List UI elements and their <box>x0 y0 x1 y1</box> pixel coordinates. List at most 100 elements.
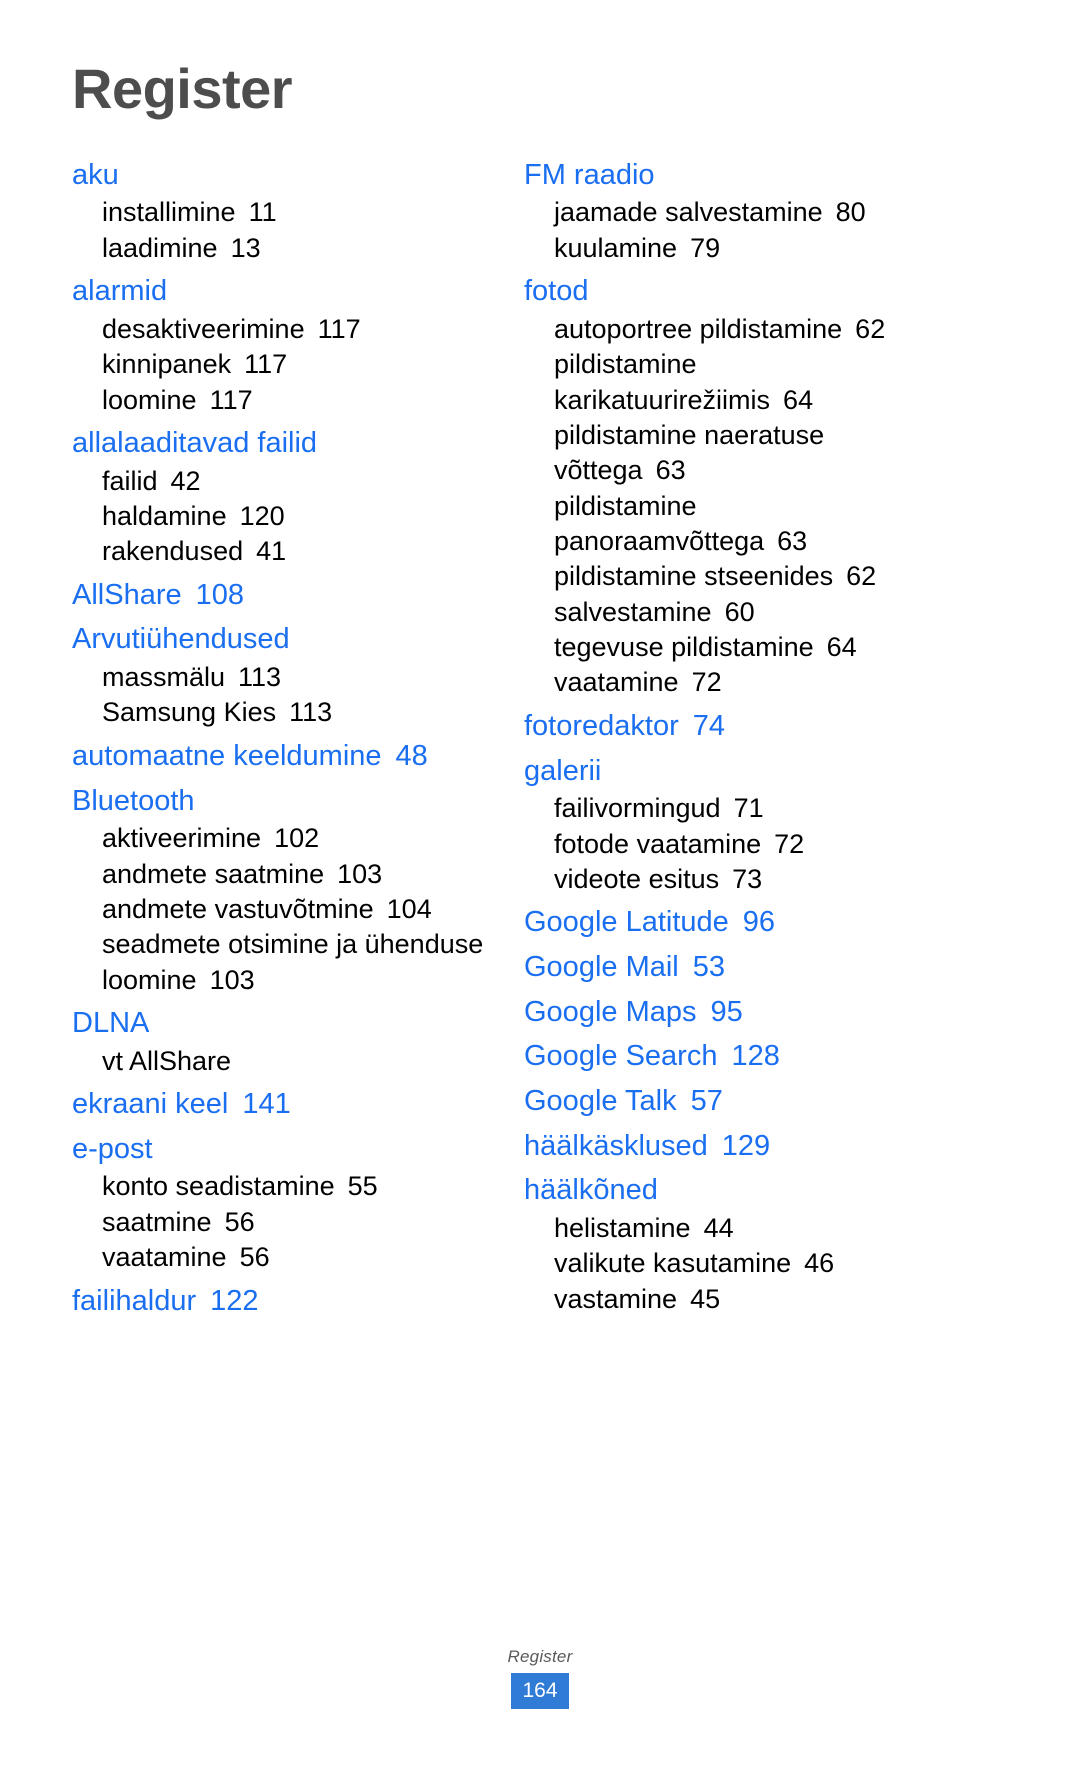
index-page-number[interactable]: 48 <box>396 740 428 772</box>
index-subentry[interactable]: konto seadistamine 55 <box>72 1169 496 1204</box>
index-subentry[interactable]: saatmine 56 <box>72 1205 496 1240</box>
index-page-number[interactable]: 53 <box>693 951 725 983</box>
index-subentry[interactable]: kinnipanek 117 <box>72 347 496 382</box>
index-subentry[interactable]: vt AllShare <box>72 1044 496 1079</box>
index-page-number[interactable]: 129 <box>722 1130 770 1162</box>
index-page-number[interactable]: 41 <box>256 536 286 566</box>
index-page-number[interactable]: 73 <box>732 864 762 894</box>
index-page-number[interactable]: 96 <box>743 906 775 938</box>
index-subentry[interactable]: valikute kasutamine 46 <box>524 1246 948 1281</box>
index-headword[interactable]: FM raadio <box>524 157 948 195</box>
index-subentry[interactable]: loomine 117 <box>72 383 496 418</box>
index-page-number[interactable]: 63 <box>656 455 686 485</box>
index-headword[interactable]: galerii <box>524 753 948 791</box>
index-page-number[interactable]: 113 <box>238 662 281 692</box>
index-page-number[interactable]: 117 <box>318 314 361 344</box>
index-subentry[interactable]: kuulamine 79 <box>524 231 948 266</box>
index-page-number[interactable]: 56 <box>240 1242 270 1272</box>
index-page-number[interactable]: 64 <box>827 632 857 662</box>
index-page-number[interactable]: 141 <box>242 1088 290 1120</box>
index-page-number[interactable]: 113 <box>289 697 332 727</box>
index-headword[interactable]: Bluetooth <box>72 783 496 821</box>
index-subentry[interactable]: failid 42 <box>72 464 496 499</box>
index-page-number[interactable]: 102 <box>274 823 319 853</box>
index-page-number[interactable]: 44 <box>704 1213 734 1243</box>
index-page-number[interactable]: 57 <box>691 1085 723 1117</box>
index-headword[interactable]: failihaldur 122 <box>72 1283 496 1321</box>
index-page-number[interactable]: 128 <box>731 1040 779 1072</box>
index-page-number[interactable]: 56 <box>225 1207 255 1237</box>
index-subentry[interactable]: andmete vastuvõtmine 104 <box>72 892 496 927</box>
index-subentry[interactable]: pildistamine naeratuse võttega 63 <box>524 418 948 489</box>
index-headword[interactable]: ekraani keel 141 <box>72 1086 496 1124</box>
index-page-number[interactable]: 95 <box>711 996 743 1028</box>
index-headword[interactable]: Google Mail 53 <box>524 949 948 987</box>
index-headword[interactable]: häälkõned <box>524 1172 948 1210</box>
index-page-number[interactable]: 11 <box>249 197 277 227</box>
index-headword[interactable]: Google Talk 57 <box>524 1083 948 1121</box>
index-page-number[interactable]: 122 <box>210 1285 258 1317</box>
index-headword[interactable]: Google Search 128 <box>524 1038 948 1076</box>
index-subentry[interactable]: seadmete otsimine ja ühenduse loomine 103 <box>72 927 496 998</box>
index-page-number[interactable]: 72 <box>774 829 804 859</box>
index-subentry[interactable]: vastamine 45 <box>524 1282 948 1317</box>
index-page-number[interactable]: 71 <box>734 793 764 823</box>
index-page-number[interactable]: 79 <box>690 233 720 263</box>
index-subentry[interactable]: installimine 11 <box>72 195 496 230</box>
index-page-number[interactable]: 13 <box>231 233 261 263</box>
index-headword[interactable]: alarmid <box>72 273 496 311</box>
index-page-number[interactable]: 108 <box>196 579 244 611</box>
index-subentry[interactable]: pildistamine stseenides 62 <box>524 559 948 594</box>
index-page-number[interactable]: 46 <box>804 1248 834 1278</box>
index-subentry[interactable]: fotode vaatamine 72 <box>524 827 948 862</box>
index-subentry[interactable]: helistamine 44 <box>524 1211 948 1246</box>
index-subentry[interactable]: failivormingud 71 <box>524 791 948 826</box>
index-page-number[interactable]: 80 <box>836 197 866 227</box>
index-page-number[interactable]: 120 <box>240 501 285 531</box>
index-headword[interactable]: Arvutiühendused <box>72 621 496 659</box>
index-subentry[interactable]: videote esitus 73 <box>524 862 948 897</box>
index-headword[interactable]: häälkäsklused 129 <box>524 1128 948 1166</box>
index-page-number[interactable]: 55 <box>348 1171 378 1201</box>
index-subentry[interactable]: jaamade salvestamine 80 <box>524 195 948 230</box>
index-headword[interactable]: aku <box>72 157 496 195</box>
index-subentry[interactable]: massmälu 113 <box>72 660 496 695</box>
index-page-number[interactable]: 63 <box>777 526 807 556</box>
index-page-number[interactable]: 62 <box>846 561 876 591</box>
index-page-number[interactable]: 74 <box>693 710 725 742</box>
index-subentry[interactable]: laadimine 13 <box>72 231 496 266</box>
index-page-number[interactable]: 64 <box>783 385 813 415</box>
index-subentry[interactable]: tegevuse pildistamine 64 <box>524 630 948 665</box>
index-subentry[interactable]: autoportree pildistamine 62 <box>524 312 948 347</box>
index-page-number[interactable]: 42 <box>171 466 201 496</box>
index-subentry[interactable]: desaktiveerimine 117 <box>72 312 496 347</box>
index-headword[interactable]: automaatne keeldumine 48 <box>72 738 496 776</box>
index-headword[interactable]: e-post <box>72 1131 496 1169</box>
index-page-number[interactable]: 62 <box>855 314 885 344</box>
index-subentry[interactable]: salvestamine 60 <box>524 595 948 630</box>
index-page-number[interactable]: 117 <box>210 385 253 415</box>
index-page-number[interactable]: 72 <box>692 667 722 697</box>
index-headword[interactable]: DLNA <box>72 1005 496 1043</box>
index-headword[interactable]: AllShare 108 <box>72 577 496 615</box>
index-subentry[interactable]: rakendused 41 <box>72 534 496 569</box>
index-headword[interactable]: fotod <box>524 273 948 311</box>
index-subentry[interactable]: vaatamine 72 <box>524 665 948 700</box>
index-page-number[interactable]: 103 <box>337 859 382 889</box>
index-headword[interactable]: allalaaditavad failid <box>72 425 496 463</box>
index-subentry[interactable]: aktiveerimine 102 <box>72 821 496 856</box>
index-headword[interactable]: Google Latitude 96 <box>524 904 948 942</box>
index-headword[interactable]: fotoredaktor 74 <box>524 708 948 746</box>
index-page-number[interactable]: 104 <box>387 894 432 924</box>
index-page-number[interactable]: 117 <box>244 349 287 379</box>
index-subentry[interactable]: haldamine 120 <box>72 499 496 534</box>
index-subentry[interactable]: pildistamine karikatuurirežiimis 64 <box>524 347 948 418</box>
index-page-number[interactable]: 60 <box>725 597 755 627</box>
index-subentry[interactable]: Samsung Kies 113 <box>72 695 496 730</box>
index-subentry[interactable]: vaatamine 56 <box>72 1240 496 1275</box>
index-page-number[interactable]: 45 <box>690 1284 720 1314</box>
index-headword[interactable]: Google Maps 95 <box>524 994 948 1032</box>
index-subentry[interactable]: andmete saatmine 103 <box>72 857 496 892</box>
index-subentry[interactable]: pildistamine panoraamvõttega 63 <box>524 489 948 560</box>
index-page-number[interactable]: 103 <box>210 965 255 995</box>
